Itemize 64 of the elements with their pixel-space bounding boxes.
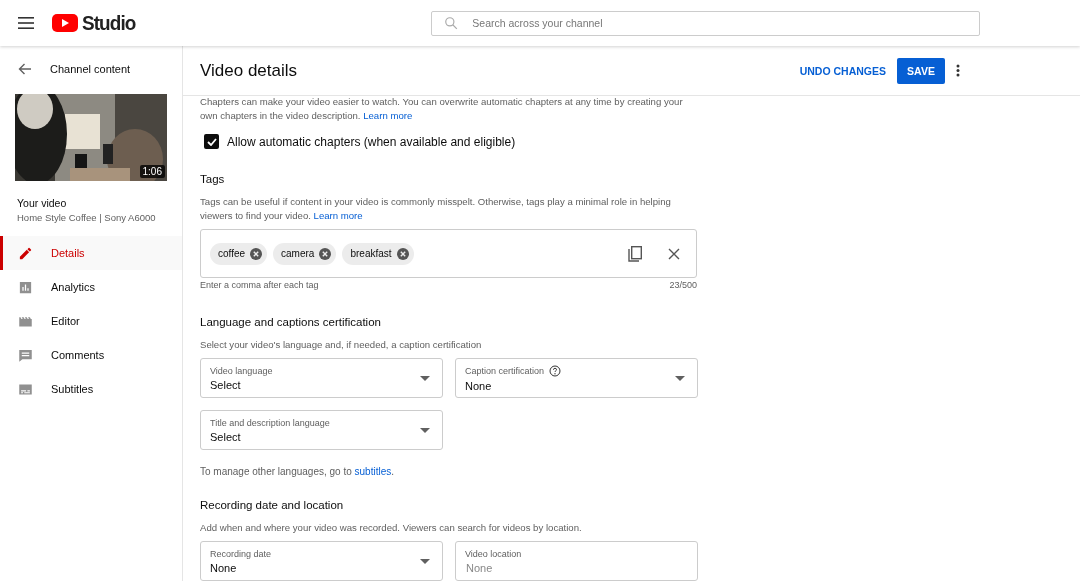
menu-icon[interactable] <box>18 17 34 29</box>
field-label: Title and description language <box>210 417 330 428</box>
tags-field[interactable]: coffee camera breakfast <box>200 229 697 278</box>
sidebar-item[interactable]: Editor <box>0 304 182 338</box>
undo-changes-button[interactable]: UNDO CHANGES <box>799 64 886 77</box>
remove-tag-icon[interactable] <box>396 247 409 260</box>
field-label: Video location <box>465 548 522 559</box>
dropdown-caret-icon <box>420 375 430 381</box>
field-value: None <box>465 379 493 392</box>
play-logo-icon <box>52 14 78 32</box>
field-value: Select <box>210 430 242 443</box>
logo-text: Studio <box>82 11 136 35</box>
sidebar-item[interactable]: Comments <box>0 338 182 372</box>
tag-chip[interactable]: coffee <box>210 242 268 265</box>
dropdown-field[interactable]: Recording date None <box>200 541 443 581</box>
learn-more-link[interactable]: Learn more <box>363 110 413 121</box>
section-heading: Recording date and location <box>200 499 345 511</box>
sidebar-item[interactable]: Analytics <box>0 270 182 304</box>
learn-more-link[interactable]: Learn more <box>313 210 363 221</box>
chapters-description: Chapters can make your video easier to watch. You can overwrite automatic chapters at any time by creating your own chapters in the video description. Learn more <box>200 95 684 123</box>
dropdown-caret-icon <box>675 375 685 381</box>
language-description: Select your video's language and, if needed, a caption certification <box>200 338 483 352</box>
comment-icon <box>18 347 33 363</box>
dropdown-caret-icon <box>420 427 430 433</box>
help-icon[interactable] <box>549 364 562 377</box>
languages-note: To manage other languages, go to subtitles. <box>200 466 396 477</box>
text-field[interactable]: Video location None <box>455 541 698 581</box>
page-title: Video details <box>200 60 299 81</box>
dropdown-caret-icon <box>420 558 430 564</box>
copy-icon[interactable] <box>628 245 642 262</box>
save-button[interactable]: SAVE <box>897 57 945 84</box>
duration-badge: 1:06 <box>139 165 165 178</box>
video-title: Home Style Coffee | Sony A6000 <box>17 212 157 223</box>
back-link[interactable]: Channel content <box>0 47 182 91</box>
video-heading: Your video <box>17 197 68 209</box>
section-heading: Tags <box>200 173 226 185</box>
bar-chart-icon <box>18 279 33 295</box>
more-options-icon[interactable] <box>956 64 960 77</box>
tag-chip[interactable]: breakfast <box>342 242 414 265</box>
remove-tag-icon[interactable] <box>250 247 263 260</box>
remove-tag-icon[interactable] <box>319 247 332 260</box>
clear-icon[interactable] <box>668 247 680 260</box>
back-arrow-icon <box>18 63 32 75</box>
tags-description: Tags can be useful if content in your video is commonly misspelt. Otherwise, tags play a minimal role in helping viewers to find your video. Learn more <box>200 195 672 223</box>
search-icon <box>444 15 459 30</box>
field-label: Recording date <box>210 548 272 559</box>
field-value: None <box>210 561 238 574</box>
tags-helper-text: Enter a comma after each tag <box>200 280 319 290</box>
checkbox-label: Allow automatic chapters (when available and eligible) <box>227 134 516 149</box>
dropdown-field[interactable]: Caption certification None <box>455 358 698 398</box>
sidebar-item[interactable]: Details <box>0 236 182 270</box>
section-heading: Language and captions certification <box>200 316 382 328</box>
field-value: Select <box>210 378 242 391</box>
field-label: Video language <box>210 365 273 376</box>
field-label: Caption certification <box>465 365 545 376</box>
recording-description: Add when and where your video was recorded. Viewers can search for videos by location. <box>200 521 583 535</box>
character-count: 23/500 <box>669 280 697 290</box>
sidebar-item[interactable]: Subtitles <box>0 372 182 406</box>
dropdown-field[interactable]: Video language Select <box>200 358 443 398</box>
pencil-icon <box>18 245 33 261</box>
dropdown-field[interactable]: Title and description language Select <box>200 410 443 450</box>
tag-chip[interactable]: camera <box>273 242 337 265</box>
search-field[interactable]: Search across your channel <box>431 10 981 36</box>
checkbox[interactable] <box>204 134 219 149</box>
